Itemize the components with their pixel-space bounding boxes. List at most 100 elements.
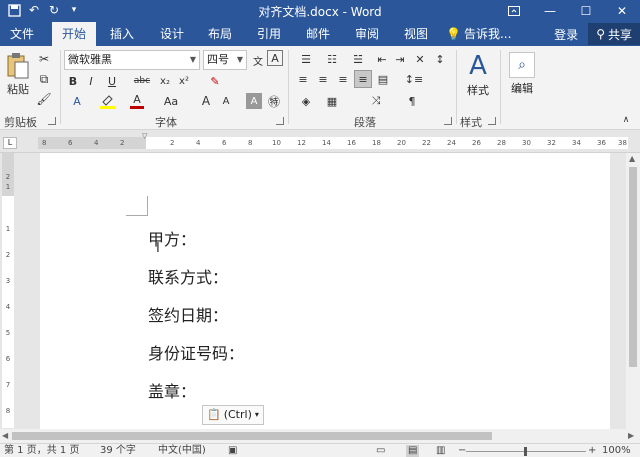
change-case-button[interactable]: Aa xyxy=(157,92,185,110)
tab-view[interactable]: 视图 xyxy=(398,22,434,46)
zoom-slider-thumb[interactable] xyxy=(524,447,527,456)
clipboard-launcher-icon[interactable] xyxy=(48,117,56,125)
group-divider xyxy=(500,50,501,124)
asian-typography-icon[interactable]: ⤨ xyxy=(364,92,388,110)
tab-home[interactable]: 开始 xyxy=(52,22,96,46)
font-color-button[interactable]: A xyxy=(126,92,148,110)
align-center-icon[interactable]: ≡ xyxy=(314,70,332,88)
tab-layout[interactable]: 布局 xyxy=(202,22,238,46)
bullets-icon[interactable]: ☰ xyxy=(294,50,318,68)
horizontal-scroll-thumb[interactable] xyxy=(12,432,492,440)
scroll-right-icon[interactable]: ▶ xyxy=(628,431,634,440)
doc-line-seal[interactable]: 盖章： xyxy=(148,378,196,402)
styles-launcher-icon[interactable] xyxy=(488,117,496,125)
login-button[interactable]: 登录 xyxy=(554,26,578,43)
ruler-tick: 4 xyxy=(94,139,99,147)
tab-design[interactable]: 设计 xyxy=(154,22,190,46)
close-icon[interactable]: ✕ xyxy=(604,0,640,22)
document-page[interactable]: 甲方： 联系方式： 签约日期： 身份证号码： 盖章： I 📋 (Ctrl) ▾ xyxy=(40,153,610,429)
font-name-select[interactable]: 微软雅黑 ▼ xyxy=(64,50,200,70)
paste-button[interactable] xyxy=(4,52,32,80)
status-language[interactable]: 中文(中国) xyxy=(158,445,206,457)
read-mode-icon[interactable]: ▭ xyxy=(376,445,385,457)
line-spacing-icon[interactable]: ↕≡ xyxy=(400,70,428,88)
ribbon-display-icon[interactable] xyxy=(496,0,532,22)
multilevel-list-icon[interactable]: ☱ xyxy=(346,50,370,68)
enclose-characters-icon[interactable]: ㊕ xyxy=(266,92,282,110)
increase-indent-icon[interactable]: ⇥ xyxy=(392,50,408,68)
macro-record-icon[interactable]: ▣ xyxy=(228,445,237,457)
ruler-tick: 8 xyxy=(5,407,11,415)
scroll-left-icon[interactable]: ◀ xyxy=(2,431,8,440)
collapse-ribbon-icon[interactable]: ∧ xyxy=(620,114,632,126)
shrink-font-button[interactable]: A xyxy=(218,92,234,110)
underline-button[interactable]: U xyxy=(102,72,122,90)
zoom-level[interactable]: 100% xyxy=(602,445,631,457)
grow-font-button[interactable]: A xyxy=(198,92,214,110)
scroll-up-icon[interactable]: ▲ xyxy=(629,154,635,163)
person-icon: ⚲ xyxy=(596,27,605,41)
superscript-button[interactable]: x² xyxy=(177,72,191,90)
borders-icon[interactable]: ▦ xyxy=(320,92,344,110)
web-layout-icon[interactable]: ▥ xyxy=(436,445,445,457)
tab-references[interactable]: 引用 xyxy=(251,22,287,46)
phonetic-guide-icon[interactable]: 文 xyxy=(250,50,266,70)
tab-selector[interactable]: L xyxy=(3,137,17,149)
italic-button[interactable]: I xyxy=(84,72,98,90)
shading-icon[interactable]: ◈ xyxy=(294,92,318,110)
align-left-icon[interactable]: ≡ xyxy=(294,70,312,88)
text-effects-button[interactable]: A xyxy=(66,92,88,110)
doc-line-id-number[interactable]: 身份证号码： xyxy=(148,340,244,364)
tab-review[interactable]: 审阅 xyxy=(349,22,385,46)
tab-mailings[interactable]: 邮件 xyxy=(300,22,336,46)
tab-insert[interactable]: 插入 xyxy=(104,22,140,46)
status-page[interactable]: 第 1 页，共 1 页 xyxy=(4,445,79,457)
horizontal-ruler[interactable]: 8 6 4 2 2 4 6 8 10 12 14 16 18 20 22 24 … xyxy=(38,132,628,149)
numbering-icon[interactable]: ☷ xyxy=(320,50,344,68)
document-area: 甲方： 联系方式： 签约日期： 身份证号码： 盖章： I 📋 (Ctrl) ▾ xyxy=(18,153,625,429)
font-launcher-icon[interactable] xyxy=(276,117,284,125)
bold-button[interactable]: B xyxy=(66,72,80,90)
cut-icon[interactable]: ✂ xyxy=(34,50,54,68)
tab-file[interactable]: 文件 xyxy=(6,22,38,46)
clipboard-icon: 📋 xyxy=(207,408,221,421)
paragraph-launcher-icon[interactable] xyxy=(444,117,452,125)
justify-icon[interactable]: ≡ xyxy=(354,70,372,88)
character-shading-button[interactable]: A xyxy=(246,93,262,109)
show-marks-icon[interactable]: ¶ xyxy=(400,92,424,110)
align-right-icon[interactable]: ≡ xyxy=(334,70,352,88)
ruler-tick: 36 xyxy=(597,139,606,147)
paste-options-button[interactable]: 📋 (Ctrl) ▾ xyxy=(202,405,264,425)
zoom-in-icon[interactable]: + xyxy=(588,445,596,457)
minimize-icon[interactable]: — xyxy=(532,0,568,22)
ribbon: 粘贴 ✂ ⧉ 🖌 剪贴板 微软雅黑 ▼ 四号 ▼ 文 A B I U abc x… xyxy=(0,46,640,130)
sort-icon[interactable]: ↕ xyxy=(432,50,448,68)
paste-label[interactable]: 粘贴 xyxy=(4,82,32,96)
strikethrough-button[interactable]: abc xyxy=(132,72,152,90)
share-button[interactable]: ⚲ 共享 xyxy=(588,23,640,45)
subscript-button[interactable]: x₂ xyxy=(158,72,172,90)
tell-me-box[interactable]: 💡 告诉我... xyxy=(446,22,520,46)
format-painter-icon[interactable]: 🖌 xyxy=(34,90,54,108)
decrease-indent-icon[interactable]: ⇤ xyxy=(374,50,390,68)
vertical-scroll-thumb[interactable] xyxy=(629,167,637,367)
doc-line-date[interactable]: 签约日期： xyxy=(148,302,228,326)
font-size-select[interactable]: 四号 ▼ xyxy=(203,50,247,70)
ruler-tick: 2 xyxy=(120,139,125,147)
print-layout-icon[interactable]: ▤ xyxy=(406,445,420,457)
distributed-icon[interactable]: ▤ xyxy=(374,70,392,88)
chinese-layout-icon[interactable]: ✕ xyxy=(412,50,428,68)
status-word-count[interactable]: 39 个字 xyxy=(100,445,136,457)
clear-formatting-icon[interactable]: ✎ xyxy=(205,72,225,90)
horizontal-scrollbar[interactable]: ◀ ▶ xyxy=(0,429,640,443)
highlight-color-button[interactable] xyxy=(96,92,120,110)
copy-icon[interactable]: ⧉ xyxy=(34,70,54,88)
doc-line-contact[interactable]: 联系方式： xyxy=(148,264,228,288)
styles-button[interactable]: A 样式 xyxy=(460,50,496,98)
vertical-scrollbar[interactable]: ▲ xyxy=(626,153,640,429)
character-border-icon[interactable]: A xyxy=(267,50,283,66)
editing-button[interactable]: ⌕ 编辑 xyxy=(506,50,538,96)
indent-marker-icon[interactable]: ▽ xyxy=(142,132,147,140)
ruler-tick: 32 xyxy=(547,139,556,147)
restore-icon[interactable]: ☐ xyxy=(568,0,604,22)
